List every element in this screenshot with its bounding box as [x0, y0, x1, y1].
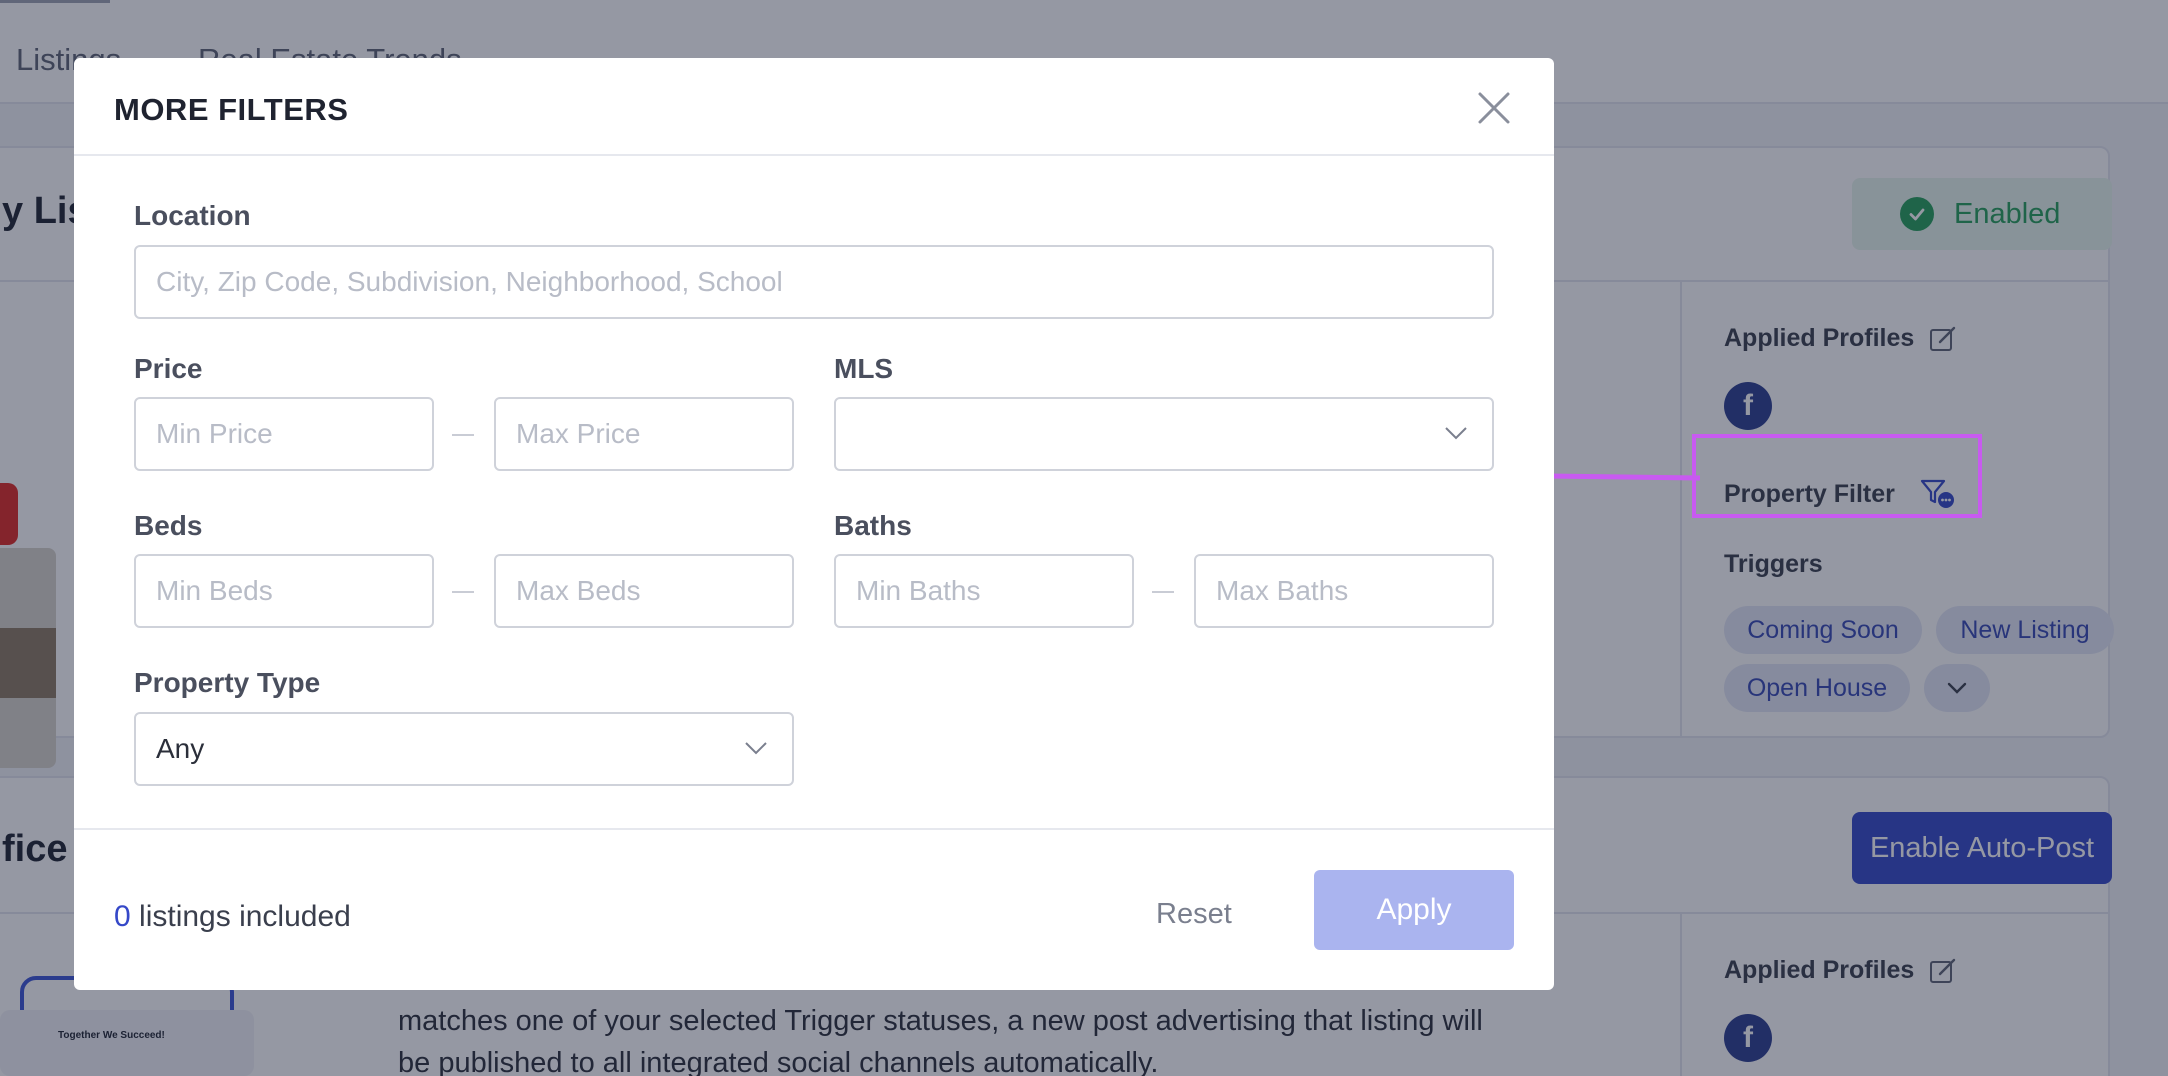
- property-filter-highlight: [1692, 434, 1982, 518]
- min-baths-input[interactable]: [834, 554, 1134, 628]
- range-separator: [452, 591, 474, 593]
- min-price-input[interactable]: [134, 397, 434, 471]
- mls-label: MLS: [834, 353, 894, 384]
- max-baths-input[interactable]: [1194, 554, 1494, 628]
- location-label: Location: [134, 200, 251, 231]
- max-beds-input[interactable]: [494, 554, 794, 628]
- property-type-select[interactable]: Any: [134, 712, 794, 786]
- property-type-label: Property Type: [134, 667, 321, 698]
- range-separator: [452, 434, 474, 436]
- apply-button[interactable]: Apply: [1314, 870, 1514, 950]
- location-input[interactable]: [134, 245, 1494, 319]
- modal-title: MORE FILTERS: [114, 92, 349, 127]
- listings-count: 0: [114, 900, 131, 933]
- chevron-down-icon: [1445, 427, 1467, 440]
- chevron-down-icon: [745, 742, 767, 755]
- price-label: Price: [134, 353, 203, 384]
- reset-button[interactable]: Reset: [1156, 898, 1232, 931]
- property-type-selected-value: Any: [156, 733, 205, 764]
- modal-header: MORE FILTERS: [74, 58, 1554, 156]
- beds-label: Beds: [134, 510, 203, 541]
- listings-count-text: 0 listings included: [114, 900, 351, 934]
- more-filters-modal: MORE FILTERS Location Price MLS Beds Bat…: [74, 58, 1554, 990]
- mls-select[interactable]: [834, 397, 1494, 471]
- baths-label: Baths: [834, 510, 912, 541]
- range-separator: [1152, 591, 1174, 593]
- min-beds-input[interactable]: [134, 554, 434, 628]
- modal-footer: 0 listings included Reset Apply: [74, 828, 1554, 990]
- max-price-input[interactable]: [494, 397, 794, 471]
- listings-count-suffix: listings included: [139, 900, 351, 933]
- close-icon[interactable]: [1474, 88, 1514, 128]
